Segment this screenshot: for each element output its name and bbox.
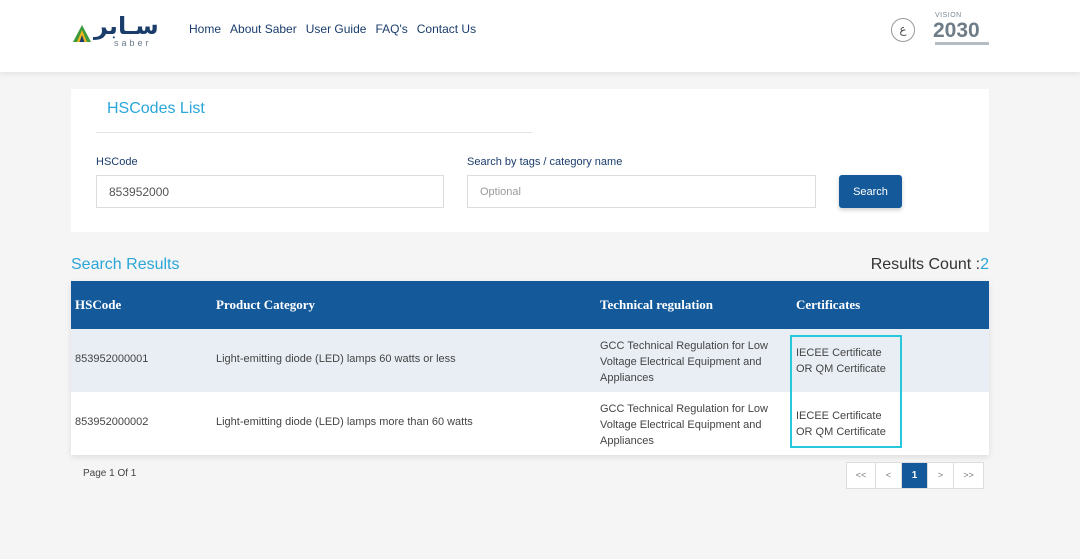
cell-technical-regulation: GCC Technical Regulation for Low Voltage… (600, 403, 768, 447)
cell-product-category: Light-emitting diode (LED) lamps 60 watt… (216, 353, 456, 365)
logo-arabic-text: سـابر (94, 12, 159, 40)
vision-year: 2030 (933, 19, 980, 42)
hscode-input[interactable] (96, 175, 444, 208)
cell-product-category: Light-emitting diode (LED) lamps more th… (216, 416, 473, 428)
main-nav: Home About Saber User Guide FAQ's Contac… (189, 22, 485, 36)
hscode-label: HSCode (96, 156, 138, 168)
column-header-certificates: Certificates (796, 297, 861, 312)
table-header: HSCode Product Category Technical regula… (71, 281, 989, 329)
site-header: سـابر saber Home About Saber User Guide … (0, 0, 1080, 72)
first-page-button[interactable]: << (847, 463, 876, 488)
hscode-search-card: HSCodes List HSCode Search by tags / cat… (71, 89, 989, 232)
vision-2030-logo: VISION 2030 (933, 12, 991, 50)
next-page-button[interactable]: > (928, 463, 954, 488)
nav-home[interactable]: Home (189, 22, 221, 36)
column-header-hscode: HSCode (75, 297, 122, 312)
page-info: Page 1 Of 1 (83, 468, 137, 479)
language-toggle-button[interactable]: ع (891, 18, 915, 42)
tags-search-input[interactable] (467, 175, 816, 208)
column-header-product-category: Product Category (216, 297, 316, 312)
saber-logo[interactable]: سـابر saber (72, 12, 158, 50)
logo-latin-text: saber (114, 38, 152, 48)
cell-hscode: 853952000001 (75, 353, 149, 365)
page-title: HSCodes List (107, 100, 205, 117)
search-results-title: Search Results (71, 256, 180, 273)
results-count-value: 2 (980, 256, 989, 273)
results-count-label: Results Count : (870, 256, 981, 273)
tags-label: Search by tags / category name (467, 156, 623, 168)
cell-certificates: IECEE Certificate OR QM Certificate (796, 347, 886, 375)
table-row[interactable]: 853952000002 Light-emitting diode (LED) … (71, 392, 989, 455)
results-count: Results Count :2 (871, 256, 989, 274)
cell-technical-regulation: GCC Technical Regulation for Low Voltage… (600, 340, 768, 384)
vision-label: VISION (935, 12, 962, 19)
search-button[interactable]: Search (839, 175, 902, 208)
column-header-technical-regulation: Technical regulation (600, 297, 714, 312)
title-divider (96, 132, 532, 133)
cell-hscode: 853952000002 (75, 416, 149, 428)
table-row[interactable]: 853952000001 Light-emitting diode (LED) … (71, 329, 989, 392)
page-1-button[interactable]: 1 (902, 463, 928, 488)
results-table: HSCode Product Category Technical regula… (71, 281, 989, 455)
last-page-button[interactable]: >> (954, 463, 983, 488)
cell-certificates: IECEE Certificate OR QM Certificate (796, 410, 886, 438)
nav-faqs[interactable]: FAQ's (375, 22, 407, 36)
saber-emblem-icon (73, 25, 91, 42)
previous-page-button[interactable]: < (876, 463, 902, 488)
vision-underline (935, 42, 989, 45)
nav-contact-us[interactable]: Contact Us (417, 22, 476, 36)
nav-user-guide[interactable]: User Guide (306, 22, 367, 36)
nav-about-saber[interactable]: About Saber (230, 22, 297, 36)
pagination: << < 1 > >> (846, 462, 984, 489)
